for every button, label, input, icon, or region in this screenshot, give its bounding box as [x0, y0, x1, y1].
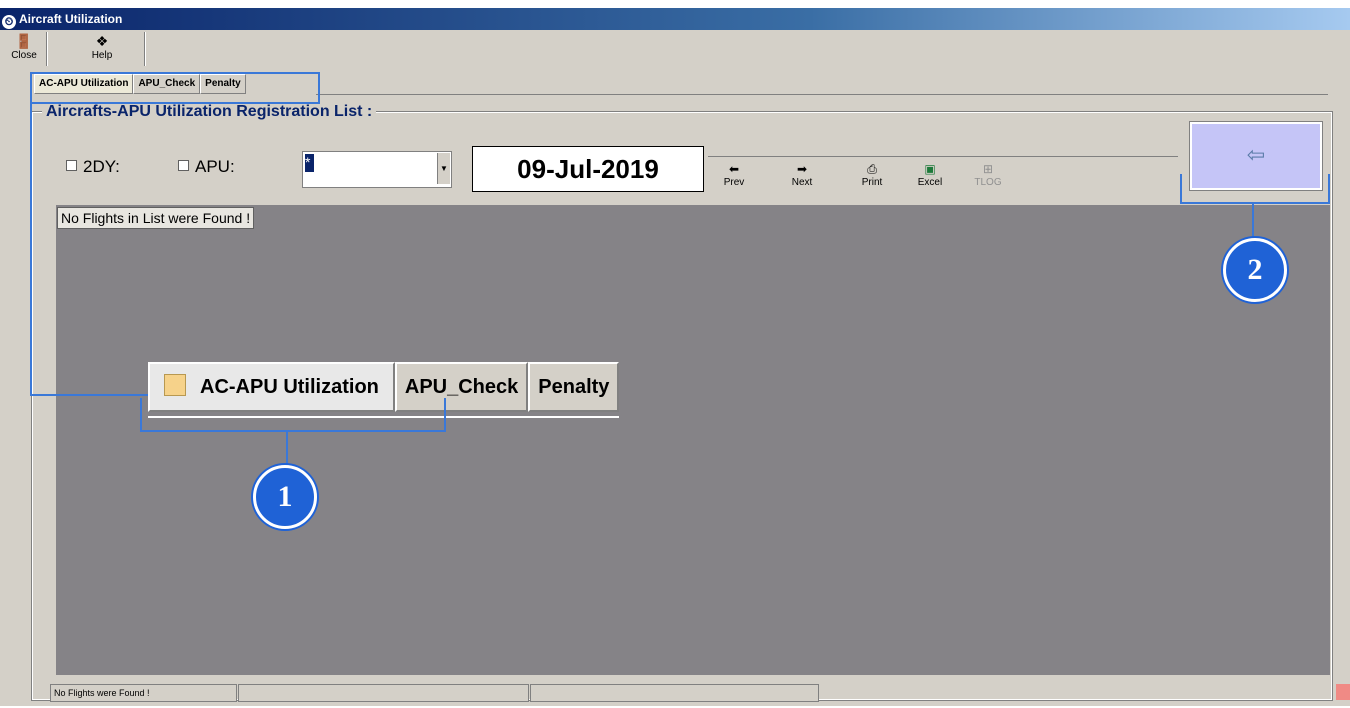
highlight-connector	[1252, 204, 1254, 242]
excel-button[interactable]: ▣ Excel	[910, 161, 950, 193]
tabs-highlight	[30, 72, 320, 104]
two-dy-checkbox[interactable]: 2DY:	[66, 157, 120, 177]
highlight-connector	[30, 394, 148, 396]
empty-list-message: No Flights in List were Found !	[57, 207, 255, 229]
title-bar: ⏲ Aircraft Utilization	[0, 8, 1350, 30]
panel-title: Aircrafts-APU Utilization Registration L…	[42, 103, 377, 121]
arrow-left-icon: ⇦	[1246, 142, 1266, 167]
print-button[interactable]: ⎙ Print	[852, 161, 892, 193]
apu-checkbox[interactable]: APU:	[178, 157, 235, 177]
callout-badge-2: 2	[1223, 238, 1287, 302]
apu-select-value: *	[305, 154, 314, 172]
clock-icon: ⏲	[2, 15, 16, 29]
tlog-button[interactable]: ⊞ TLOG	[968, 161, 1008, 193]
zoom-tab-penalty[interactable]: Penalty	[528, 362, 620, 412]
status-cell	[238, 684, 529, 702]
highlight-connector	[30, 100, 32, 396]
notepad-icon	[164, 374, 186, 396]
next-button[interactable]: ➡ Next	[782, 161, 822, 193]
excel-icon: ▣	[924, 162, 936, 176]
checkbox-box	[178, 160, 189, 171]
status-message: No Flights were Found !	[50, 684, 237, 702]
arrow-right-icon: ➡	[796, 162, 808, 176]
zoom-tab-highlight	[140, 398, 446, 432]
back-button-highlight	[1180, 174, 1330, 204]
status-bar: No Flights were Found !	[0, 682, 1350, 704]
toolbar-separator	[46, 32, 48, 66]
log-icon: ⊞	[982, 162, 994, 176]
window-title: Aircraft Utilization	[19, 12, 123, 26]
arrow-left-icon: ⬅	[728, 162, 740, 176]
checkbox-box	[66, 160, 77, 171]
door-exit-icon: 🚪	[15, 33, 33, 49]
toolbar: 🚪 Close ❖ Help	[0, 30, 1350, 70]
apu-select[interactable]: * ▼	[302, 151, 452, 188]
close-button[interactable]: 🚪 Close	[8, 32, 40, 68]
prev-button[interactable]: ⬅ Prev	[714, 161, 754, 193]
callout-badge-1: 1	[253, 465, 317, 529]
status-cell	[530, 684, 819, 702]
date-display[interactable]: 09-Jul-2019	[472, 146, 704, 192]
flights-list[interactable]	[56, 205, 1330, 675]
tab-baseline	[316, 94, 1328, 95]
help-button[interactable]: ❖ Help	[82, 32, 122, 68]
chevron-down-icon[interactable]: ▼	[437, 153, 450, 184]
toolbar-separator	[144, 32, 146, 66]
help-book-icon: ❖	[95, 33, 109, 49]
printer-icon: ⎙	[867, 162, 877, 176]
status-indicator	[1336, 684, 1350, 700]
navigation-bar: ⬅ Prev ➡ Next ⎙ Print ▣ Excel ⊞ TLOG	[708, 156, 1178, 195]
